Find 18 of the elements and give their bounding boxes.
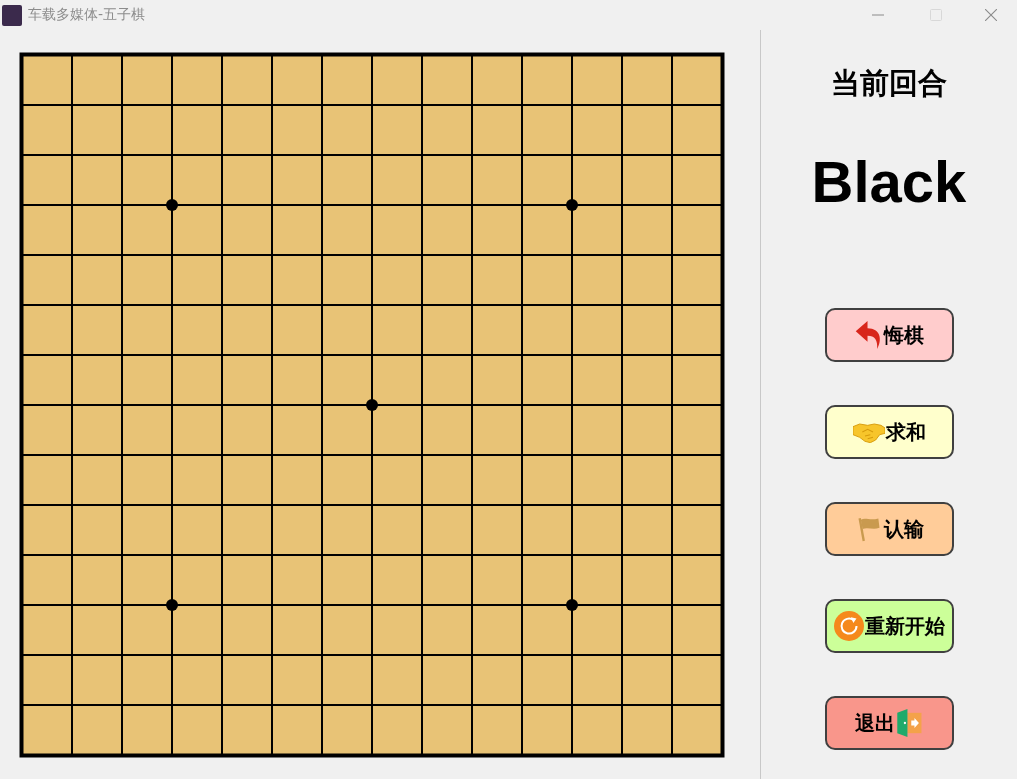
window-title: 车载多媒体-五子棋	[28, 6, 146, 24]
resign-button[interactable]: 认输	[824, 502, 954, 556]
offer-draw-button[interactable]: 求和	[824, 405, 954, 459]
star-point-icon	[566, 199, 578, 211]
star-point-icon	[566, 599, 578, 611]
minimize-icon	[872, 14, 884, 16]
turn-heading: 当前回合	[831, 65, 947, 101]
close-icon	[985, 9, 997, 21]
star-point-icon	[166, 599, 178, 611]
star-point-icon	[366, 399, 378, 411]
undo-button[interactable]: 悔棋	[824, 308, 954, 362]
exit-button[interactable]: 退出	[824, 696, 954, 750]
current-player: Black	[811, 149, 967, 215]
maximize-icon	[930, 9, 942, 21]
game-board[interactable]	[19, 52, 725, 758]
restart-button[interactable]: 重新开始	[824, 599, 954, 653]
app-icon	[2, 4, 22, 26]
star-point-icon	[166, 199, 178, 211]
